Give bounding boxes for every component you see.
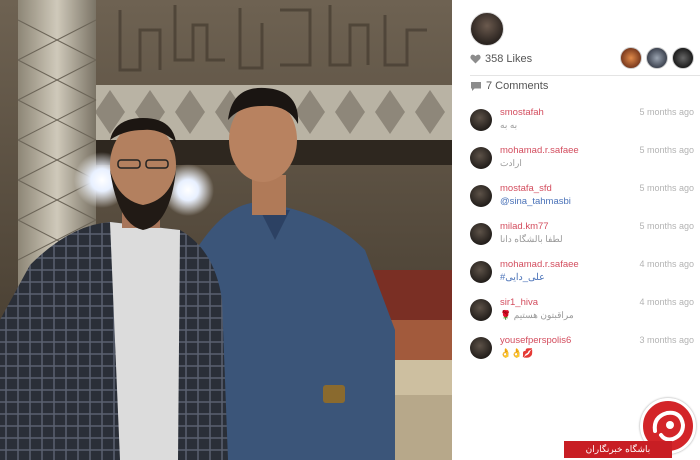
comment-time: 4 months ago	[639, 297, 694, 307]
comment-username[interactable]: milad.km77	[500, 221, 549, 232]
comment-text: به به	[500, 120, 518, 130]
comment-text: 👌👌💋	[500, 348, 534, 358]
post-photo[interactable]	[0, 0, 452, 460]
post-sidebar: 358 Likes 7 Comments smostafah 5 months …	[452, 0, 700, 460]
likers-avatars	[620, 47, 694, 69]
photo-illustration	[0, 0, 452, 460]
comment-text: لطفا بالشگاه دانا	[500, 234, 563, 244]
comment-time: 5 months ago	[639, 221, 694, 231]
liker-avatar[interactable]	[620, 47, 642, 69]
comments-header[interactable]: 7 Comments	[470, 80, 548, 92]
comment-item: yousefperspolis6 3 months ago 👌👌💋	[470, 326, 694, 364]
comments-count: 7 Comments	[486, 80, 549, 92]
instagram-post-view: 358 Likes 7 Comments smostafah 5 months …	[0, 0, 700, 460]
comment-list: smostafah 5 months ago به به mohamad.r.s…	[470, 98, 694, 364]
comment-time: 5 months ago	[639, 107, 694, 117]
profile-avatar[interactable]	[470, 12, 504, 46]
heart-icon[interactable]	[470, 54, 481, 64]
comment-time: 5 months ago	[639, 183, 694, 193]
comment-time: 4 months ago	[639, 259, 694, 269]
comment-item: smostafah 5 months ago به به	[470, 98, 694, 136]
comment-hashtag-link[interactable]: #علی_دایی	[500, 272, 545, 283]
comment-avatar[interactable]	[470, 299, 492, 321]
likes-count: 358 Likes	[485, 53, 533, 65]
comment-time: 3 months ago	[639, 335, 694, 345]
liker-avatar[interactable]	[646, 47, 668, 69]
watermark-banner: باشگاه خبرنگاران	[564, 441, 672, 458]
comment-avatar[interactable]	[470, 337, 492, 359]
comment-mention-link[interactable]: @sina_tahmasbi	[500, 196, 571, 207]
comment-item: sir1_hiva 4 months ago 🌹 مراقبتون هستیم	[470, 288, 694, 326]
comment-time: 5 months ago	[639, 145, 694, 155]
likes-row[interactable]: 358 Likes	[470, 53, 532, 65]
comment-item: mostafa_sfd 5 months ago @sina_tahmasbi	[470, 174, 694, 212]
comment-text: ارادت	[500, 158, 522, 168]
liker-avatar[interactable]	[672, 47, 694, 69]
comment-item: milad.km77 5 months ago لطفا بالشگاه دان…	[470, 212, 694, 250]
comment-text: 🌹 مراقبتون هستیم	[500, 310, 574, 320]
comment-avatar[interactable]	[470, 109, 492, 131]
divider	[470, 75, 700, 76]
comment-item: mohamad.r.safaee 5 months ago ارادت	[470, 136, 694, 174]
comment-username[interactable]: yousefperspolis6	[500, 335, 571, 346]
comment-username[interactable]: mohamad.r.safaee	[500, 145, 579, 156]
comment-item: mohamad.r.safaee 4 months ago #علی_دایی	[470, 250, 694, 288]
comment-username[interactable]: sir1_hiva	[500, 297, 538, 308]
comment-avatar[interactable]	[470, 223, 492, 245]
comment-username[interactable]: mostafa_sfd	[500, 183, 552, 194]
comment-icon	[471, 81, 481, 91]
comment-avatar[interactable]	[470, 147, 492, 169]
comment-username[interactable]: mohamad.r.safaee	[500, 259, 579, 270]
comment-username[interactable]: smostafah	[500, 107, 544, 118]
comment-avatar[interactable]	[470, 261, 492, 283]
comment-avatar[interactable]	[470, 185, 492, 207]
